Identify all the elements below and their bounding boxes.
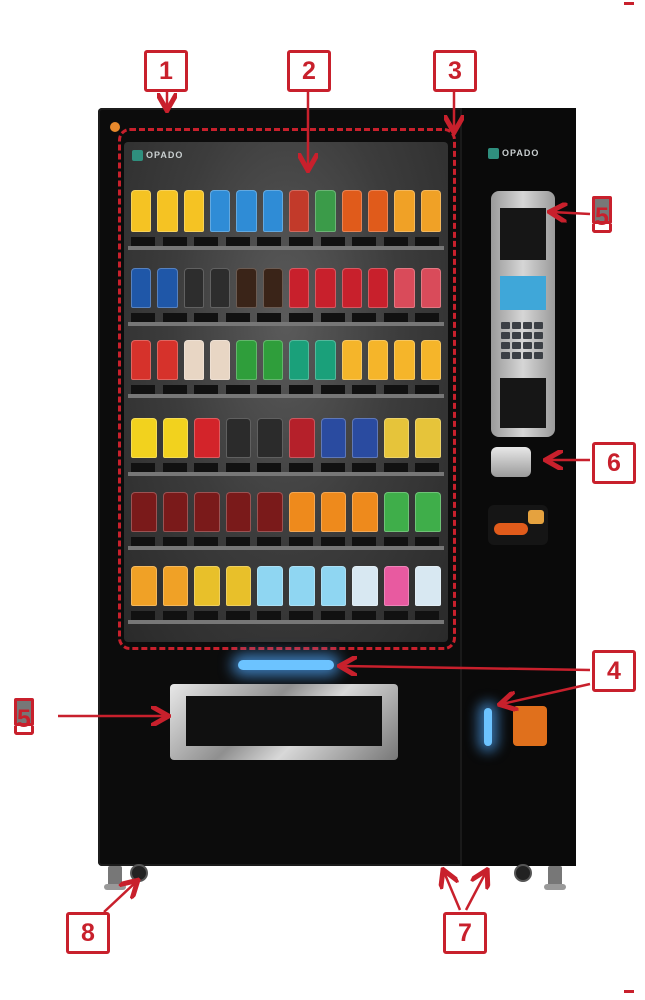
arrow-8 <box>103 882 136 913</box>
callout-8: 8 <box>66 912 110 954</box>
arrow-5a <box>552 212 591 214</box>
callout-2: 2 <box>287 50 331 92</box>
callout-6: 6 <box>592 442 636 484</box>
arrow-4a <box>342 666 591 670</box>
callout-3: 3 <box>433 50 477 92</box>
callout-arrows <box>58 90 591 913</box>
arrow-7a <box>444 872 462 911</box>
callout-5-bottom: 5 <box>14 698 34 735</box>
callout-7: 7 <box>443 912 487 954</box>
callout-4: 4 <box>592 650 636 692</box>
callout-1: 1 <box>144 50 188 92</box>
callout-5-top: 5 <box>592 196 612 233</box>
arrow-4b <box>502 682 591 704</box>
arrow-7b <box>464 872 486 911</box>
